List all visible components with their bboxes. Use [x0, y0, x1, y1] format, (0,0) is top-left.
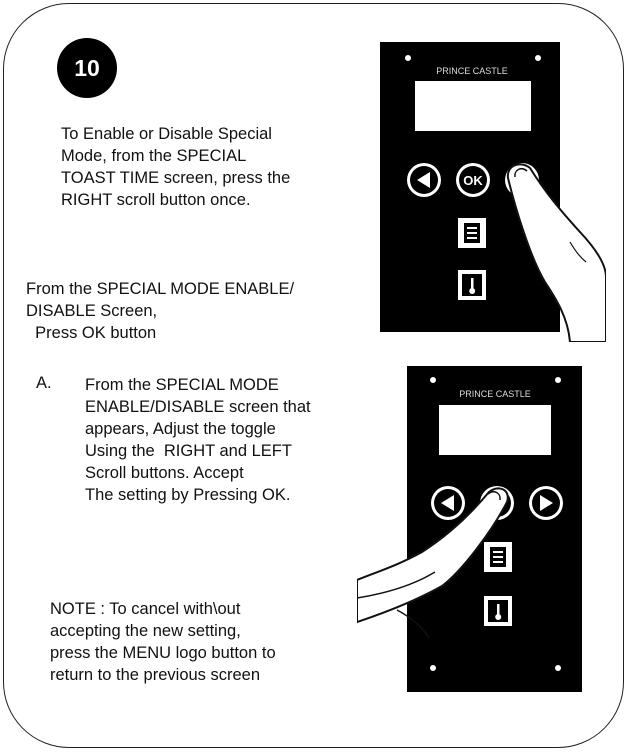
ok-label: OK [463, 173, 483, 188]
panel-screw [430, 377, 436, 383]
brand-label: PRINCE CASTLE [459, 389, 531, 399]
temperature-button[interactable] [484, 596, 512, 626]
ok-button[interactable]: OK [456, 163, 490, 197]
menu-logo-button[interactable] [484, 542, 512, 572]
step-number-badge: 10 [57, 38, 117, 98]
control-panel-ok-press: PRINCE CASTLE [357, 366, 582, 692]
step-a-letter: A. [36, 374, 52, 392]
panel-screw [405, 55, 411, 61]
instruction-enable-disable: To Enable or Disable Special Mode, from … [61, 125, 291, 209]
brand-label: PRINCE CASTLE [436, 66, 508, 76]
panel-screw [430, 665, 436, 671]
panel-screw [555, 377, 561, 383]
display-screen [439, 405, 551, 455]
cancel-note: NOTE : To cancel with\out accepting the … [50, 600, 276, 684]
left-scroll-button[interactable] [431, 486, 465, 520]
thermometer-icon [497, 604, 500, 615]
panel-screw [535, 55, 541, 61]
panel-screw [555, 665, 561, 671]
temperature-button[interactable] [458, 270, 486, 300]
menu-logo-button[interactable] [458, 218, 486, 248]
right-scroll-button[interactable] [529, 486, 563, 520]
instruction-step-a: From the SPECIAL MODE ENABLE/DISABLE scr… [85, 376, 311, 504]
control-panel-right-press: PRINCE CASTLE OK [380, 42, 606, 342]
display-screen [415, 81, 531, 131]
left-scroll-button[interactable] [407, 163, 441, 197]
thermometer-icon [471, 278, 474, 289]
instruction-press-ok: From the SPECIAL MODE ENABLE/ DISABLE Sc… [26, 280, 295, 342]
